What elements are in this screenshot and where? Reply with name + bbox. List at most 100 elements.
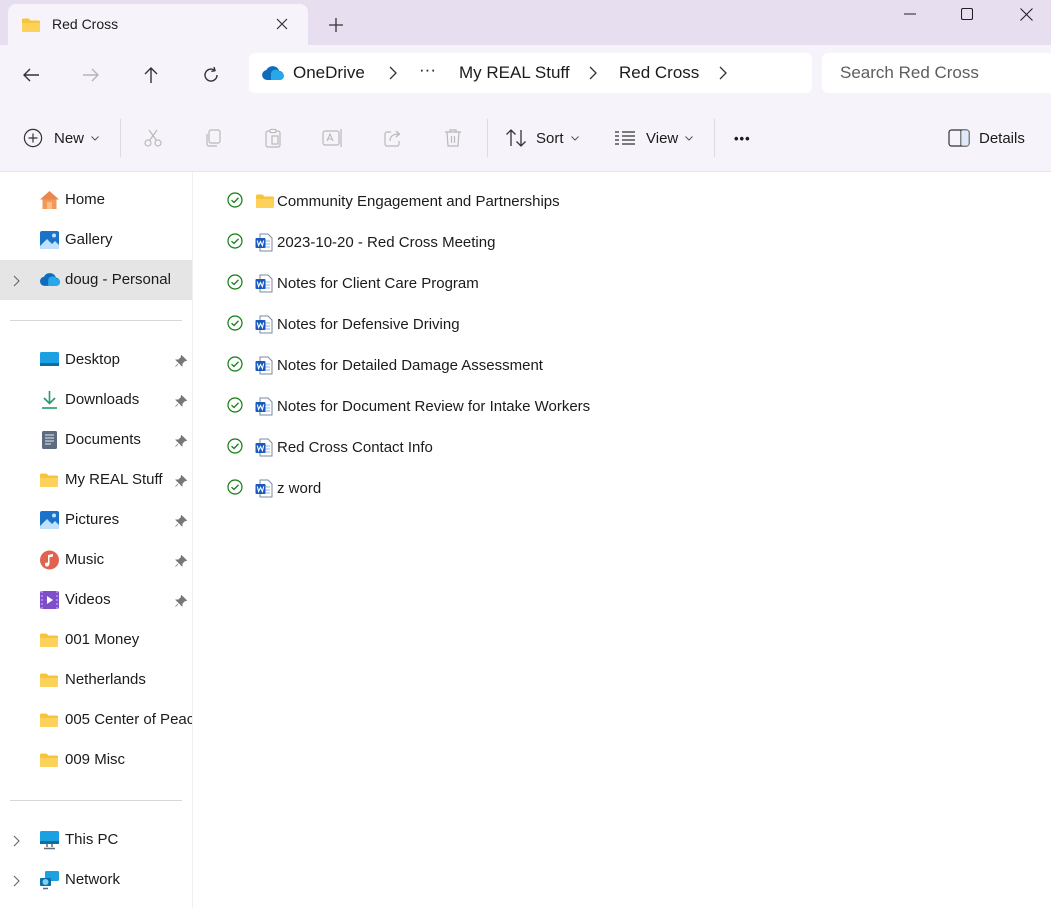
- sidebar-item-001-money[interactable]: 001 Money: [0, 620, 192, 660]
- word-document-icon: [255, 356, 273, 378]
- chevron-right-icon[interactable]: [13, 834, 20, 850]
- file-name: Community Engagement and Partnerships: [277, 193, 560, 210]
- up-button[interactable]: [135, 59, 167, 91]
- more-options-button[interactable]: •••: [734, 123, 751, 153]
- chevron-down-icon: [685, 135, 694, 141]
- sidebar-item-label: Netherlands: [65, 671, 146, 688]
- sidebar-item-desktop[interactable]: Desktop: [0, 340, 192, 380]
- sidebar-item-009-misc[interactable]: 009 Misc: [0, 740, 192, 780]
- pin-icon[interactable]: [175, 554, 188, 570]
- view-button-label: View: [646, 129, 679, 147]
- sidebar-item-documents[interactable]: Documents: [0, 420, 192, 460]
- breadcrumb[interactable]: OneDrive ··· My REAL Stuff Red Cross: [249, 53, 812, 93]
- new-plus-icon[interactable]: [21, 126, 45, 150]
- pin-icon[interactable]: [175, 474, 188, 490]
- navigation-pane: Home Gallery doug - Personal Desktop Dow…: [0, 172, 193, 908]
- file-name: z word: [277, 480, 322, 497]
- tab-title: Red Cross: [52, 16, 119, 32]
- chevron-right-icon[interactable]: [13, 274, 20, 290]
- copy-icon[interactable]: [201, 126, 225, 150]
- list-item[interactable]: z word: [223, 473, 823, 503]
- sidebar-item-music[interactable]: Music: [0, 540, 192, 580]
- word-document-icon: [255, 233, 273, 255]
- new-button[interactable]: New: [54, 123, 99, 153]
- cut-icon[interactable]: [141, 126, 165, 150]
- sync-check-icon: [227, 397, 243, 416]
- list-item[interactable]: Notes for Document Review for Intake Wor…: [223, 391, 823, 421]
- list-item[interactable]: Notes for Defensive Driving: [223, 309, 823, 339]
- delete-icon[interactable]: [441, 126, 465, 150]
- list-item[interactable]: Notes for Detailed Damage Assessment: [223, 350, 823, 380]
- pin-icon[interactable]: [175, 594, 188, 610]
- back-button[interactable]: [15, 59, 47, 91]
- file-name: Notes for Defensive Driving: [277, 316, 460, 333]
- sidebar-item-doug-personal[interactable]: doug - Personal: [0, 260, 192, 300]
- search-input[interactable]: [840, 63, 1040, 83]
- tab-red-cross[interactable]: Red Cross: [8, 4, 308, 45]
- pin-icon[interactable]: [175, 434, 188, 450]
- folder-icon: [39, 712, 60, 732]
- chevron-right-icon[interactable]: [589, 66, 597, 83]
- maximize-button[interactable]: [937, 0, 997, 28]
- sidebar-item-downloads[interactable]: Downloads: [0, 380, 192, 420]
- sidebar-item-home[interactable]: Home: [0, 180, 192, 220]
- details-pane-icon[interactable]: [947, 126, 971, 150]
- gallery-icon: [39, 230, 60, 250]
- sort-button[interactable]: Sort: [536, 123, 579, 153]
- sidebar-item-label: Videos: [65, 591, 111, 608]
- breadcrumb-my-real-stuff[interactable]: My REAL Stuff: [459, 63, 570, 83]
- list-item[interactable]: Community Engagement and Partnerships: [223, 186, 823, 216]
- pin-icon[interactable]: [175, 354, 188, 370]
- chevron-right-icon[interactable]: [13, 874, 20, 890]
- view-icon[interactable]: [613, 126, 637, 150]
- this-pc-icon: [39, 830, 60, 850]
- details-button[interactable]: Details: [979, 123, 1025, 153]
- file-name: Notes for Detailed Damage Assessment: [277, 357, 543, 374]
- chevron-right-icon[interactable]: [719, 66, 727, 83]
- close-window-button[interactable]: [996, 0, 1051, 28]
- minimize-button[interactable]: [880, 0, 940, 28]
- sidebar-item-label: doug - Personal: [65, 271, 171, 288]
- sidebar-item-label: Desktop: [65, 351, 121, 368]
- breadcrumb-red-cross[interactable]: Red Cross: [619, 63, 699, 83]
- sidebar-item-this-pc[interactable]: This PC: [0, 820, 192, 860]
- folder-icon: [39, 752, 60, 772]
- download-icon: [39, 390, 60, 410]
- list-item[interactable]: Red Cross Contact Info: [223, 432, 823, 462]
- sidebar-item-label: Pictures: [65, 511, 120, 528]
- sync-check-icon: [227, 233, 243, 252]
- sidebar-item-005-center-of-peace[interactable]: 005 Center of Peace: [0, 700, 192, 740]
- chevron-right-icon[interactable]: [389, 66, 397, 83]
- sidebar-item-videos[interactable]: Videos: [0, 580, 192, 620]
- rename-icon[interactable]: [321, 126, 345, 150]
- sidebar-item-gallery[interactable]: Gallery: [0, 220, 192, 260]
- new-tab-button[interactable]: [324, 13, 348, 37]
- word-document-icon: [255, 397, 273, 419]
- videos-icon: [39, 590, 60, 610]
- share-icon[interactable]: [381, 126, 405, 150]
- list-item[interactable]: Notes for Client Care Program: [223, 268, 823, 298]
- sort-icon[interactable]: [504, 126, 528, 150]
- divider: [714, 119, 715, 157]
- chevron-down-icon: [91, 135, 99, 141]
- folder-icon: [21, 17, 41, 36]
- view-button[interactable]: View: [646, 123, 694, 153]
- close-tab-icon[interactable]: [270, 12, 294, 36]
- paste-icon[interactable]: [261, 126, 285, 150]
- sidebar-item-pictures[interactable]: Pictures: [0, 500, 192, 540]
- breadcrumb-overflow[interactable]: ···: [419, 60, 436, 80]
- pin-icon[interactable]: [175, 394, 188, 410]
- sidebar-item-network[interactable]: Network: [0, 860, 192, 900]
- sync-check-icon: [227, 356, 243, 375]
- new-button-label: New: [54, 129, 85, 147]
- word-document-icon: [255, 438, 273, 460]
- search-box[interactable]: [822, 53, 1051, 93]
- sidebar-item-my-real-stuff[interactable]: My REAL Stuff: [0, 460, 192, 500]
- breadcrumb-onedrive[interactable]: OneDrive: [293, 63, 365, 83]
- list-item[interactable]: 2023-10-20 - Red Cross Meeting: [223, 227, 823, 257]
- sidebar-item-netherlands[interactable]: Netherlands: [0, 660, 192, 700]
- file-name: Notes for Document Review for Intake Wor…: [277, 398, 591, 415]
- refresh-button[interactable]: [195, 59, 227, 91]
- forward-button[interactable]: [75, 59, 107, 91]
- pin-icon[interactable]: [175, 514, 188, 530]
